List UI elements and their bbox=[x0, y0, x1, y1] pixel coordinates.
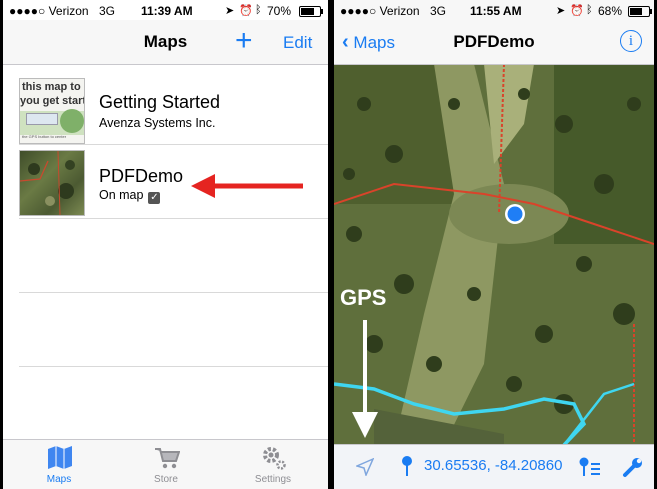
cart-icon bbox=[155, 448, 180, 469]
map-row-getting-started[interactable]: this map to you get starte the GPS butto… bbox=[3, 72, 328, 144]
map-canvas[interactable] bbox=[334, 64, 654, 445]
tab-maps[interactable]: Maps bbox=[19, 440, 99, 489]
tab-bar: Maps Store Settings bbox=[3, 439, 328, 489]
maps-icon bbox=[48, 446, 72, 469]
divider bbox=[19, 366, 328, 367]
map-view-screen: ●●●●○ Verizon 3G 11:55 AM ➤ ⏰ ᛒ 68% ‹ Ma… bbox=[334, 0, 654, 489]
coordinates-readout: 30.65536, -84.20860 bbox=[424, 457, 563, 474]
tab-label: Maps bbox=[46, 474, 72, 485]
status-bar: ●●●●○ Verizon 3G 11:39 AM ➤ ⏰ ᛒ 70% bbox=[3, 0, 328, 20]
gps-annotation-label: GPS bbox=[340, 285, 387, 310]
status-bar: ●●●●○ Verizon 3G 11:55 AM ➤ ⏰ ᛒ 68% bbox=[334, 0, 654, 20]
gear-icon bbox=[263, 447, 286, 470]
map-subtitle: Avenza Systems Inc. bbox=[99, 116, 216, 130]
carrier-label: ●●●●○ Verizon bbox=[9, 4, 89, 18]
page-title: PDFDemo bbox=[453, 32, 535, 51]
on-map-label: On map ✓ bbox=[99, 188, 161, 204]
divider bbox=[19, 292, 328, 293]
carrier-label: ●●●●○ Verizon bbox=[340, 4, 420, 18]
time-label: 11:39 AM bbox=[141, 4, 193, 18]
battery-percent: 70% bbox=[267, 4, 292, 18]
gps-locate-icon[interactable] bbox=[356, 458, 374, 476]
maps-list-screen: ●●●●○ Verizon 3G 11:39 AM ➤ ⏰ ᛒ 70% Maps… bbox=[3, 0, 328, 489]
tab-store[interactable]: Store bbox=[126, 440, 206, 489]
location-arrow-icon: ➤ bbox=[225, 5, 235, 17]
battery-icon bbox=[299, 6, 323, 17]
tab-label: Store bbox=[154, 474, 178, 485]
map-title: PDFDemo bbox=[99, 166, 184, 186]
tab-label: Settings bbox=[254, 474, 292, 485]
location-arrow-icon: ➤ bbox=[556, 5, 566, 17]
navigation-bar: Maps + Edit bbox=[3, 20, 328, 65]
location-dot-icon bbox=[507, 206, 523, 222]
bluetooth-icon: ᛒ bbox=[255, 4, 262, 16]
battery-percent: 68% bbox=[598, 4, 623, 18]
alarm-icon: ⏰ bbox=[239, 5, 253, 17]
map-thumbnail bbox=[19, 150, 85, 216]
pin-list-icon[interactable] bbox=[578, 456, 602, 478]
pin-icon[interactable] bbox=[400, 455, 414, 477]
info-icon[interactable]: i bbox=[620, 30, 642, 52]
network-label: 3G bbox=[430, 4, 447, 18]
add-button[interactable]: + bbox=[235, 24, 253, 58]
checkbox-icon: ✓ bbox=[148, 192, 161, 204]
tab-settings[interactable]: Settings bbox=[233, 440, 313, 489]
map-title: Getting Started bbox=[99, 92, 221, 112]
page-title: Maps bbox=[143, 32, 188, 51]
navigation-bar: ‹ Maps PDFDemo i bbox=[334, 20, 654, 65]
battery-icon bbox=[628, 6, 652, 17]
alarm-icon: ⏰ bbox=[570, 5, 584, 17]
map-thumbnail: this map to you get starte the GPS butto… bbox=[19, 78, 85, 144]
bluetooth-icon: ᛒ bbox=[586, 4, 593, 16]
time-label: 11:55 AM bbox=[470, 4, 522, 18]
red-arrow-icon bbox=[191, 174, 303, 198]
white-arrow-icon bbox=[352, 320, 378, 438]
network-label: 3G bbox=[99, 4, 116, 18]
divider bbox=[19, 218, 328, 219]
wrench-icon[interactable] bbox=[622, 456, 644, 478]
edit-button[interactable]: Edit bbox=[283, 33, 312, 53]
map-toolbar: 30.65536, -84.20860 bbox=[334, 444, 654, 489]
